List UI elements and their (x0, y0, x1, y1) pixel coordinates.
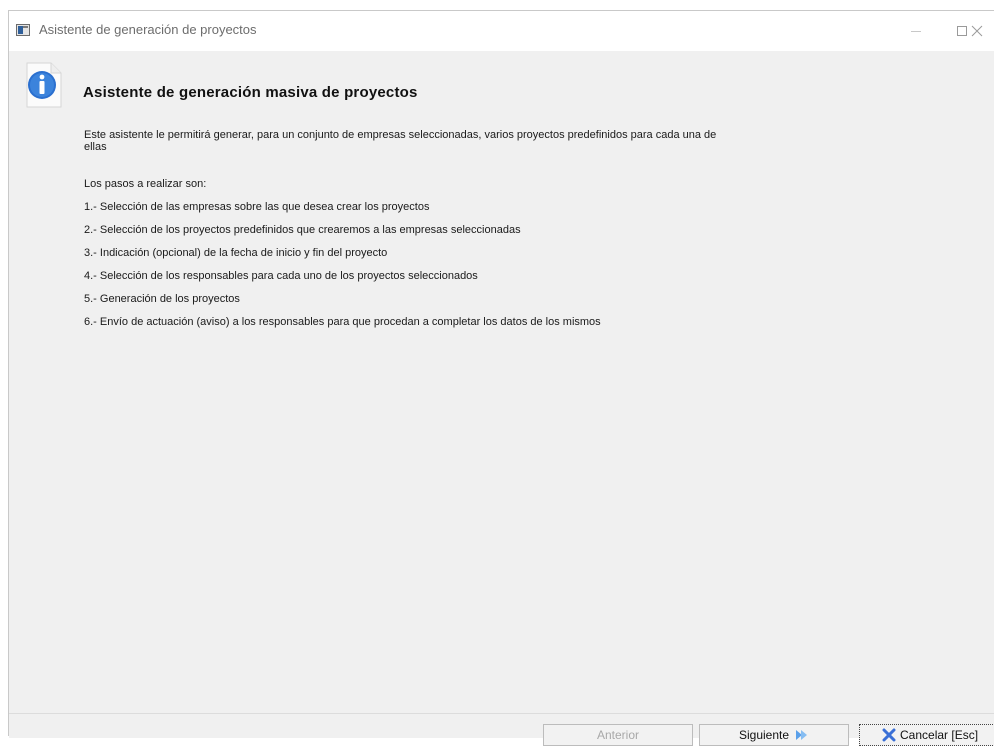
minimize-button[interactable] (893, 11, 939, 51)
next-button[interactable]: Siguiente (699, 724, 849, 746)
wizard-content: Asistente de generación masiva de proyec… (9, 51, 994, 713)
button-bar: Anterior Siguiente Cancelar [Esc] (9, 713, 994, 746)
previous-button-label: Anterior (596, 728, 640, 742)
next-button-label: Siguiente (738, 728, 790, 742)
wizard-heading: Asistente de generación masiva de proyec… (83, 84, 418, 101)
step-item: 4.- Selección de los responsables para c… (84, 270, 478, 282)
step-item: 5.- Generación de los proyectos (84, 293, 240, 305)
wizard-window: Asistente de generación de proyectos Asi… (8, 10, 994, 746)
cancel-x-icon (882, 728, 896, 742)
app-window-icon (16, 24, 30, 36)
steps-intro: Los pasos a realizar son: (84, 178, 207, 190)
close-icon (971, 25, 983, 37)
cancel-button-label: Cancelar [Esc] (900, 728, 979, 742)
minimize-icon (911, 30, 921, 32)
window-title: Asistente de generación de proyectos (39, 22, 257, 37)
info-icon (26, 62, 62, 108)
maximize-icon (957, 26, 967, 36)
step-item: 2.- Selección de los proyectos predefini… (84, 224, 521, 236)
previous-button[interactable]: Anterior (543, 724, 693, 746)
cancel-button[interactable]: Cancelar [Esc] (859, 724, 994, 746)
step-item: 1.- Selección de las empresas sobre las … (84, 201, 430, 213)
wizard-description: Este asistente le permitirá generar, par… (84, 129, 717, 153)
close-button[interactable] (971, 11, 994, 51)
double-chevron-right-icon (796, 730, 808, 740)
step-item: 6.- Envío de actuación (aviso) a los res… (84, 316, 601, 328)
step-item: 3.- Indicación (opcional) de la fecha de… (84, 247, 388, 259)
title-bar[interactable]: Asistente de generación de proyectos (9, 11, 994, 51)
steps-list: 1.- Selección de las empresas sobre las … (84, 201, 601, 339)
